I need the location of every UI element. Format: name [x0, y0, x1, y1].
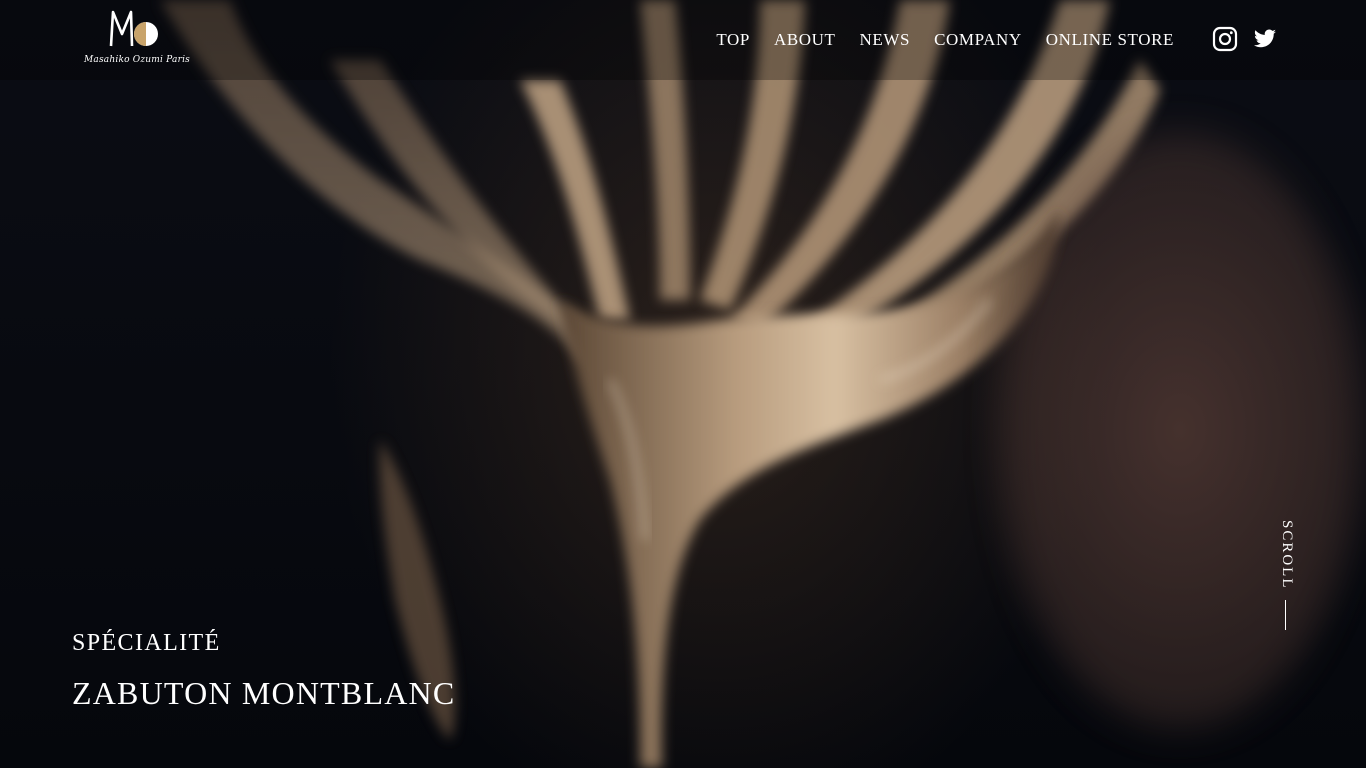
- logo-text: Masahiko Ozumi Paris: [84, 55, 190, 65]
- twitter-link[interactable]: [1252, 26, 1278, 52]
- hero-section: Masahiko Ozumi Paris TOP ABOUT NEWS COMP…: [0, 0, 1366, 768]
- site-logo[interactable]: Masahiko Ozumi Paris: [84, 6, 190, 72]
- scroll-label: SCROLL: [1279, 520, 1295, 590]
- nav-item-online-store[interactable]: ONLINE STORE: [1046, 29, 1174, 51]
- main-nav: TOP ABOUT NEWS COMPANY ONLINE STORE: [716, 29, 1174, 51]
- instagram-icon: [1212, 26, 1238, 52]
- hero-caption: SPÉCIALITÉ ZABUTON MONTBLANC: [72, 628, 455, 712]
- hero-subtitle: SPÉCIALITÉ: [72, 630, 221, 656]
- scroll-line: [1285, 600, 1286, 630]
- social-links: [1212, 26, 1278, 52]
- nav-item-news[interactable]: NEWS: [860, 29, 911, 51]
- nav-item-top[interactable]: TOP: [716, 29, 750, 51]
- scroll-indicator[interactable]: SCROLL: [1274, 520, 1298, 632]
- nav-item-about[interactable]: ABOUT: [774, 29, 836, 51]
- instagram-link[interactable]: [1212, 26, 1238, 52]
- mo-logo-icon: [109, 10, 158, 47]
- nav-item-company[interactable]: COMPANY: [934, 29, 1022, 51]
- hero-title: ZABUTON MONTBLANC: [72, 675, 456, 711]
- twitter-icon: [1254, 29, 1276, 48]
